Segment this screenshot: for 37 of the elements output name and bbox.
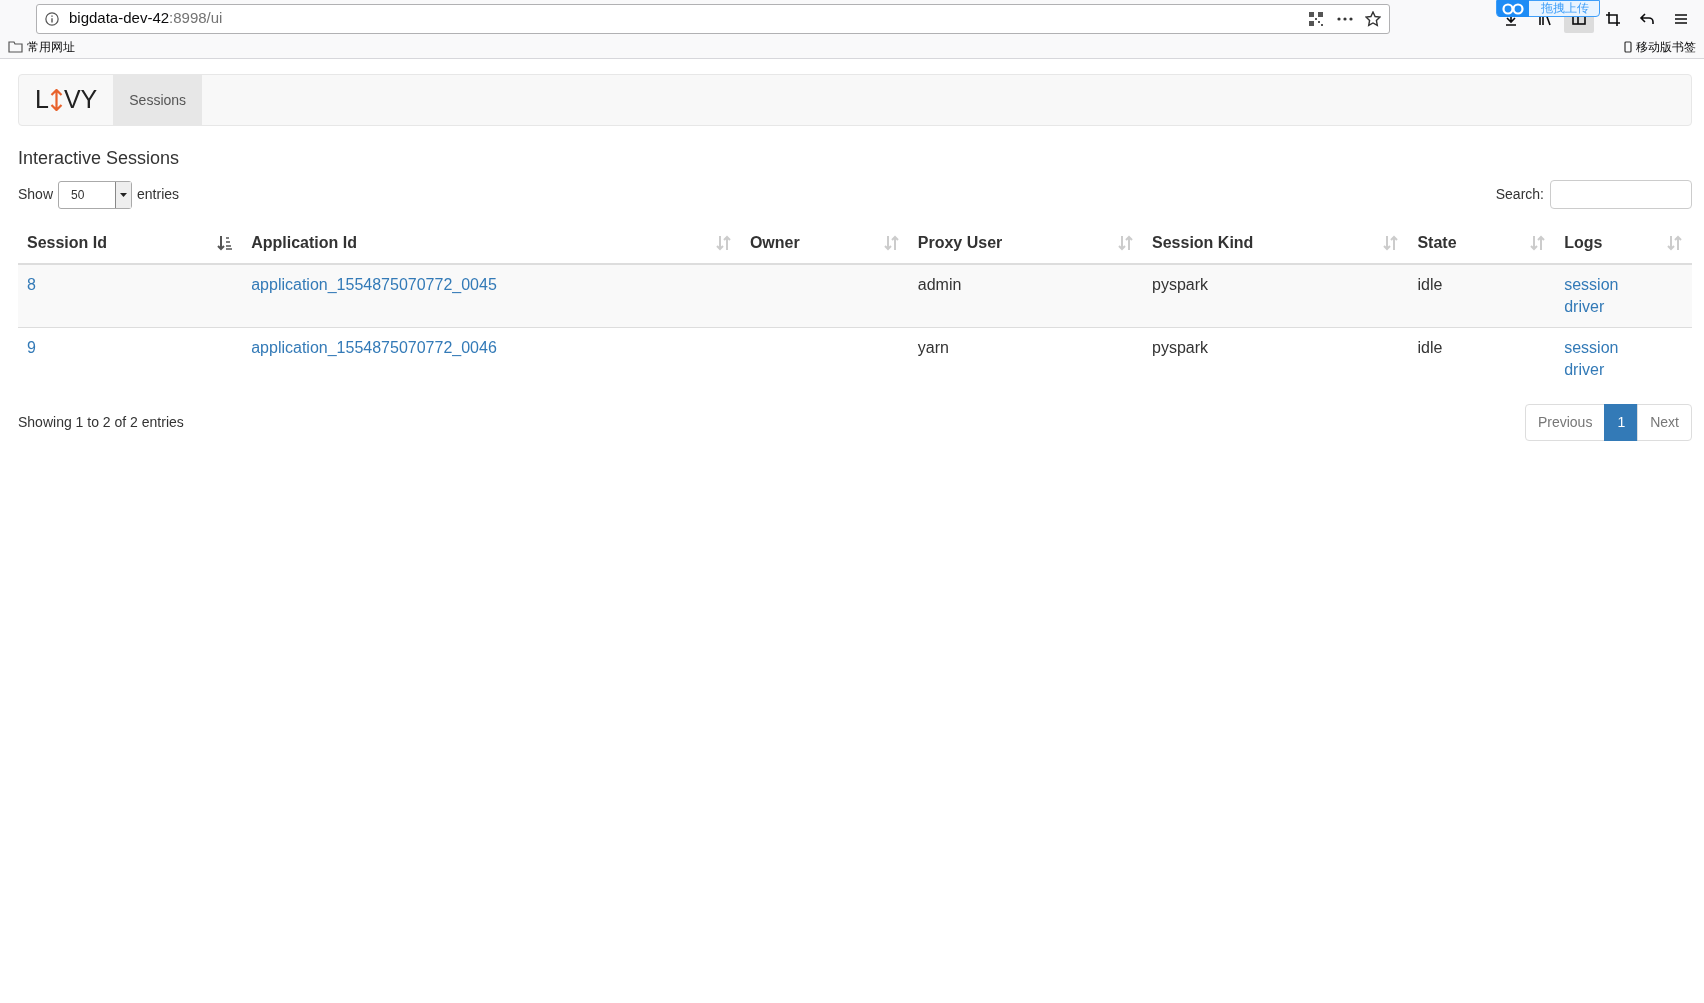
- table-cell: pyspark: [1152, 276, 1209, 293]
- star-icon[interactable]: [1365, 10, 1381, 27]
- bookmark-item[interactable]: 常用网址: [27, 37, 75, 56]
- caret-icon: [120, 192, 128, 197]
- session-id-link[interactable]: 8: [27, 276, 36, 293]
- log-link[interactable]: session: [1564, 336, 1619, 360]
- cloud-icon: [1502, 2, 1524, 15]
- nav-tab[interactable]: Sessions: [113, 75, 203, 125]
- page-button[interactable]: 1: [1604, 403, 1639, 441]
- table-cell: pyspark: [1152, 338, 1209, 356]
- page-size-select[interactable]: 50: [58, 180, 133, 209]
- session-id-link[interactable]: 9: [27, 338, 36, 356]
- qr-code-icon[interactable]: [1309, 11, 1323, 26]
- table-cell: yarn: [917, 338, 949, 356]
- log-link[interactable]: driver: [1564, 296, 1605, 319]
- application-link[interactable]: application_1554875070772_0045: [251, 276, 497, 293]
- folder-icon: [8, 40, 23, 53]
- table-cell: idle: [1417, 276, 1443, 293]
- phone-icon: [1624, 40, 1632, 53]
- log-link[interactable]: session: [1564, 274, 1619, 297]
- search-field[interactable]: [1550, 180, 1692, 209]
- info-icon[interactable]: [45, 11, 59, 26]
- address-bar[interactable]: bigdata-dev-42:8998/ui: [36, 3, 1390, 34]
- log-link[interactable]: driver: [1564, 359, 1605, 382]
- search-label: Search:: [1495, 185, 1544, 204]
- table-cell: admin: [917, 276, 962, 293]
- table-cell: idle: [1417, 338, 1443, 356]
- application-link[interactable]: application_1554875070772_0046: [251, 338, 497, 356]
- more-icon[interactable]: [1337, 16, 1353, 21]
- bookmark-item[interactable]: 移动版书签: [1636, 37, 1696, 56]
- page-button[interactable]: Previous: [1524, 403, 1606, 441]
- entries-label: entries: [137, 185, 180, 204]
- table-info: Showing 1 to 2 of 2 entries: [18, 412, 184, 432]
- logo[interactable]: L VY: [19, 75, 114, 125]
- page-title: Interactive Sessions: [18, 147, 181, 170]
- show-label: Show: [18, 185, 54, 204]
- page-button[interactable]: Next: [1637, 403, 1692, 441]
